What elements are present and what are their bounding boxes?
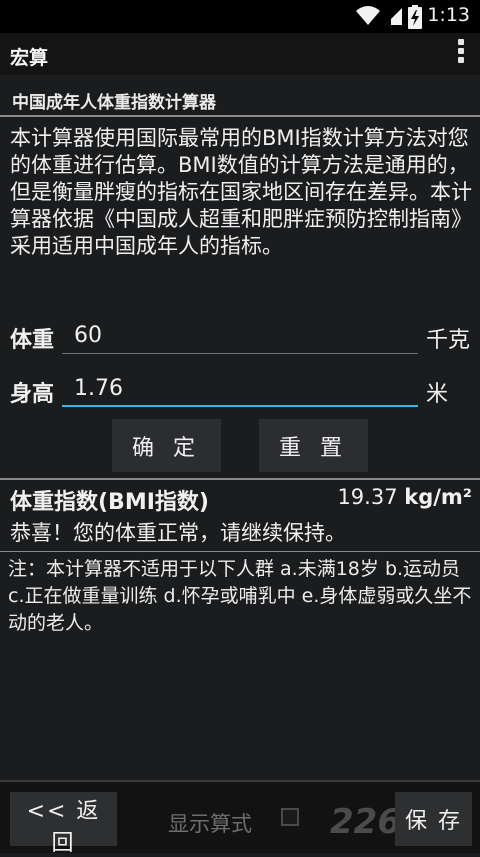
height-label: 身高 — [10, 382, 55, 407]
app-title: 宏算 — [10, 47, 49, 69]
bmi-label: 体重指数(BMI指数) — [10, 490, 209, 515]
show-formula-label: 显示算式 — [168, 812, 252, 836]
status-bar: 1:13 — [0, 0, 480, 33]
bottom-bar-divider — [0, 780, 480, 782]
bmi-number: 19.37 — [337, 485, 398, 509]
bmi-unit: kg/m² — [404, 485, 472, 509]
watermark: 226 — [330, 802, 401, 842]
back-button[interactable]: << 返 回 — [10, 792, 117, 856]
battery-charging-icon — [408, 5, 422, 29]
save-button[interactable]: 保 存 — [395, 792, 472, 846]
note-text: 注：本计算器不适用于以下人群 a.未满18岁 b.运动员 c.正在做重量训练 d… — [8, 558, 472, 634]
overflow-menu-icon[interactable] — [456, 39, 466, 69]
section-header: 中国成年人体重指数计算器 — [0, 77, 480, 117]
height-unit: 米 — [426, 382, 449, 407]
reset-button[interactable]: 重 置 — [259, 419, 368, 472]
height-input[interactable] — [62, 369, 418, 407]
result-divider-top — [0, 478, 480, 480]
bottom-bar: << 返 回 显示算式 226 保 存 — [0, 780, 480, 856]
height-input-underline — [62, 405, 418, 407]
section-divider — [0, 115, 480, 117]
bmi-message: 恭喜！您的体重正常，请继续保持。 — [10, 521, 346, 545]
intro-text: 本计算器使用国际最常用的BMI指数计算方法对您的体重进行估算。BMI数值的计算方… — [10, 126, 472, 258]
result-divider-bottom — [0, 551, 480, 552]
weight-label: 体重 — [10, 328, 55, 353]
wifi-icon — [356, 6, 380, 26]
weight-input-underline — [62, 353, 418, 354]
bmi-value: 19.37 kg/m² — [337, 485, 472, 509]
weight-unit: 千克 — [426, 328, 471, 353]
clock: 1:13 — [427, 4, 470, 26]
action-bar: 宏算 — [0, 33, 480, 75]
show-formula-checkbox[interactable] — [281, 808, 299, 826]
confirm-button[interactable]: 确 定 — [112, 419, 221, 472]
weight-input[interactable] — [62, 316, 418, 354]
signal-icon — [385, 8, 402, 25]
section-title: 中国成年人体重指数计算器 — [12, 93, 216, 113]
